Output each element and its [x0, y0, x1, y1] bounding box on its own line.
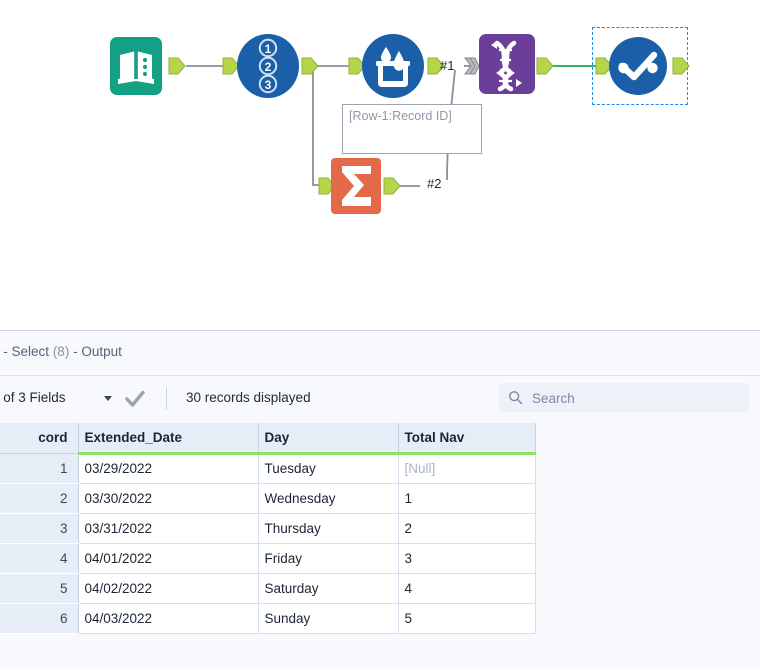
tool-summarize[interactable]	[330, 157, 382, 215]
column-header-label: Total Nav	[404, 429, 465, 445]
row-number: 4	[0, 543, 79, 574]
column-header-label: Extended_Date	[84, 429, 183, 445]
cell-day[interactable]: Friday	[258, 543, 399, 574]
row-number: 5	[0, 573, 79, 604]
cell-total-nav[interactable]: [Null]	[398, 453, 536, 484]
cell-extended-date[interactable]: 04/03/2022	[78, 603, 259, 634]
results-title: s - Select (8) - Output	[0, 344, 122, 359]
cell-extended-date[interactable]: 04/02/2022	[78, 573, 259, 604]
results-title-tool-number: (8)	[52, 344, 70, 359]
dna-helix-icon	[479, 34, 535, 94]
sigma-icon	[331, 158, 381, 214]
search-icon	[509, 391, 523, 405]
anchor-output-join[interactable]	[536, 57, 554, 75]
column-header-extended-date[interactable]: Extended_Date	[78, 423, 259, 455]
row-number: 2	[0, 483, 79, 514]
anchor-output-summarize[interactable]	[383, 177, 401, 195]
results-title-anchor: Output	[81, 344, 122, 359]
column-tick-icon	[259, 452, 265, 454]
toolbar-divider	[166, 387, 167, 410]
table-body: 1 03/29/2022 Tuesday [Null] 2 03/30/2022…	[0, 453, 536, 634]
checkmark-icon	[609, 37, 667, 95]
results-title-sep1: -	[0, 344, 12, 359]
search-box[interactable]	[498, 383, 750, 414]
workflow-canvas[interactable]: 1 2 3 #1 [Row-1:Record ID] #2	[0, 0, 760, 330]
svg-text:2: 2	[265, 60, 272, 74]
workflow-annotation: [Row-1:Record ID]	[342, 104, 482, 154]
water-bucket-icon	[362, 34, 424, 98]
tool-data-cleansing[interactable]	[360, 33, 426, 99]
cell-total-nav[interactable]: 5	[398, 603, 536, 634]
table-row[interactable]: 1 03/29/2022 Tuesday [Null]	[0, 453, 536, 484]
table-row[interactable]: 6 04/03/2022 Sunday 5	[0, 603, 536, 634]
book-icon	[110, 37, 162, 95]
column-header-total-nav[interactable]: Total Nav	[398, 423, 536, 455]
column-header-label: Day	[264, 429, 290, 445]
tool-join[interactable]	[478, 33, 536, 95]
numbers-123-icon: 1 2 3	[237, 34, 299, 98]
table-row[interactable]: 4 04/01/2022 Friday 3	[0, 543, 536, 574]
tool-input-data[interactable]	[108, 33, 164, 99]
cell-extended-date[interactable]: 04/01/2022	[78, 543, 259, 574]
table-row[interactable]: 3 03/31/2022 Thursday 2	[0, 513, 536, 544]
svg-text:1: 1	[265, 42, 272, 56]
cell-day[interactable]: Thursday	[258, 513, 399, 544]
results-panel: s - Select (8) - Output 3 of 3 Fields 30…	[0, 330, 760, 669]
results-titlebar: s - Select (8) - Output	[0, 331, 760, 376]
results-table: cord Extended_Date Day Total Nav 1 03/29…	[0, 423, 536, 634]
cell-total-nav[interactable]: 1	[398, 483, 536, 514]
svg-text:3: 3	[265, 78, 272, 92]
cell-total-nav[interactable]: 3	[398, 543, 536, 574]
anchor-output-select[interactable]	[672, 57, 690, 75]
column-header-day[interactable]: Day	[258, 423, 399, 455]
cell-day[interactable]: Wednesday	[258, 483, 399, 514]
row-number: 3	[0, 513, 79, 544]
connection-label-1: #1	[440, 58, 455, 73]
table-header-row: cord Extended_Date Day Total Nav	[0, 423, 536, 455]
cell-total-nav[interactable]: 4	[398, 573, 536, 604]
search-input[interactable]	[530, 383, 744, 414]
cell-total-nav[interactable]: 2	[398, 513, 536, 544]
cell-day[interactable]: Tuesday	[258, 453, 399, 484]
checkmark-apply-icon[interactable]	[124, 388, 146, 410]
cell-extended-date[interactable]: 03/31/2022	[78, 513, 259, 544]
results-title-tool: Select	[11, 344, 50, 359]
cell-extended-date[interactable]: 03/30/2022	[78, 483, 259, 514]
results-toolbar: 3 of 3 Fields 30 records displayed	[0, 376, 760, 423]
results-grid[interactable]: cord Extended_Date Day Total Nav 1 03/29…	[0, 423, 760, 670]
chevron-down-icon[interactable]	[104, 396, 112, 401]
table-row[interactable]: 5 04/02/2022 Saturday 4	[0, 573, 536, 604]
results-title-sep3: -	[69, 344, 82, 359]
column-tick-icon	[399, 452, 405, 454]
tool-select[interactable]	[608, 36, 668, 96]
table-row[interactable]: 2 03/30/2022 Wednesday 1	[0, 483, 536, 514]
row-number: 6	[0, 603, 79, 634]
cell-day[interactable]: Sunday	[258, 603, 399, 634]
anchor-output-input-data[interactable]	[168, 57, 186, 75]
column-tick-icon	[79, 452, 85, 454]
records-displayed-label: 30 records displayed	[186, 390, 311, 405]
cell-extended-date[interactable]: 03/29/2022	[78, 453, 259, 484]
anchor-output-record-id[interactable]	[301, 57, 319, 75]
cell-day[interactable]: Saturday	[258, 573, 399, 604]
row-number: 1	[0, 453, 79, 484]
tool-record-id[interactable]: 1 2 3	[235, 33, 301, 99]
connection-label-2: #2	[427, 176, 442, 191]
fields-selector[interactable]: 3 of 3 Fields	[0, 390, 66, 405]
column-header-record[interactable]: cord	[0, 423, 79, 454]
